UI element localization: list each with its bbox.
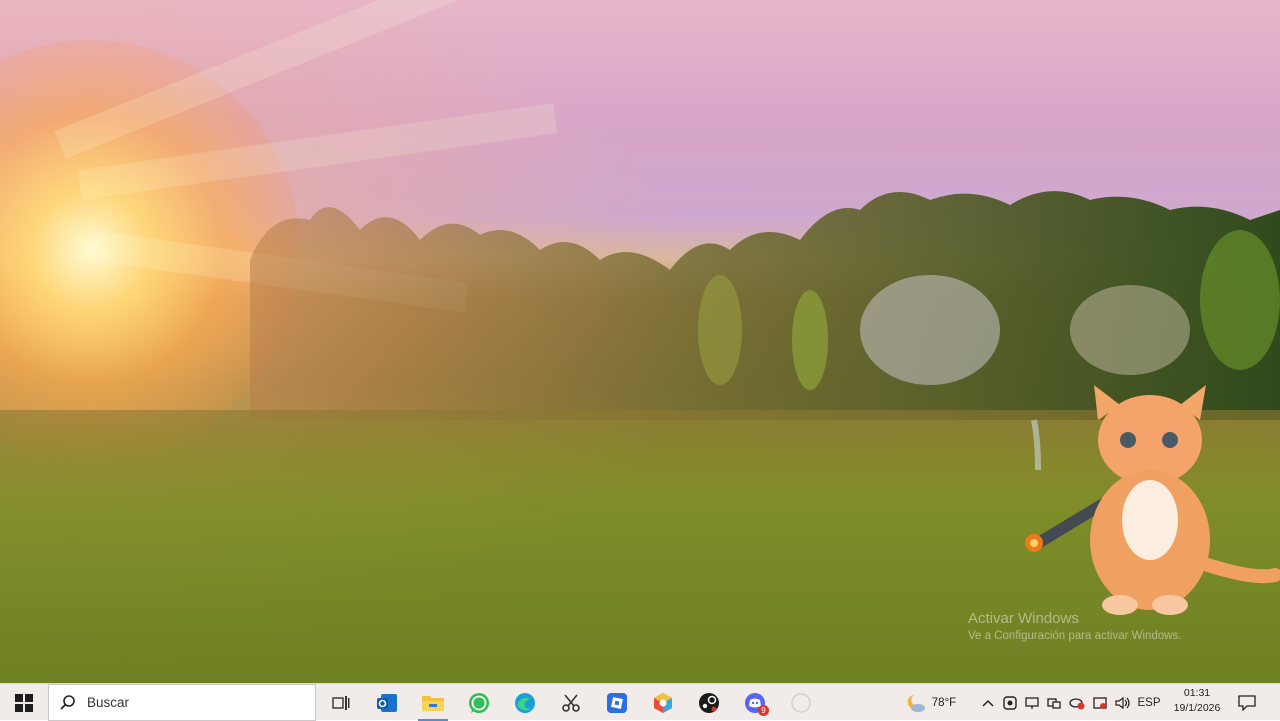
snipping-tool-button[interactable]	[548, 684, 594, 721]
roblox-icon	[607, 692, 627, 713]
watermark-subtitle: Ve a Configuración para activar Windows.	[968, 630, 1182, 642]
language-button[interactable]: ESP	[1134, 684, 1164, 721]
kitten-sticker	[1025, 385, 1280, 615]
search-icon	[60, 694, 75, 710]
outlook-icon	[377, 693, 397, 712]
cube-icon	[654, 692, 672, 713]
language-label: ESP	[1137, 696, 1161, 709]
show-hidden-icons-button[interactable]	[978, 684, 998, 721]
clock[interactable]: 01:31 19/1/2026	[1166, 686, 1228, 720]
notification-badge: 9	[758, 705, 769, 716]
clock-time: 01:31	[1183, 687, 1211, 699]
start-button[interactable]	[0, 684, 48, 721]
notifications-button[interactable]	[1232, 684, 1262, 721]
volume-button[interactable]	[1112, 684, 1134, 721]
windows-logo-icon	[15, 693, 33, 712]
shield-icon	[1093, 696, 1107, 709]
search-placeholder: Buscar	[87, 695, 130, 710]
file-explorer-button[interactable]	[410, 684, 456, 721]
cloud-sync-button[interactable]	[1066, 684, 1088, 721]
edge-icon	[515, 692, 535, 713]
task-view-icon	[332, 695, 350, 710]
discord-button[interactable]: 9	[732, 684, 778, 721]
network-icon	[1047, 697, 1061, 709]
tray-app-button[interactable]	[1000, 684, 1020, 721]
roblox-button[interactable]	[594, 684, 640, 721]
task-view-button[interactable]	[318, 684, 364, 721]
pinned-app-button[interactable]	[778, 684, 824, 721]
steam-icon	[699, 692, 719, 713]
whatsapp-icon	[469, 692, 489, 713]
edge-button[interactable]	[502, 684, 548, 721]
chevron-up-icon	[982, 699, 994, 707]
folder-icon	[422, 695, 444, 711]
notification-center-icon	[1238, 694, 1256, 711]
speaker-icon	[1115, 696, 1130, 709]
tray-app-icon	[1003, 695, 1017, 710]
weather-temp: 78°F	[931, 696, 957, 709]
moon-cloud-icon	[907, 694, 925, 712]
outlook-button[interactable]	[364, 684, 410, 721]
display-tray-button[interactable]	[1022, 684, 1042, 721]
network-tray-button[interactable]	[1044, 684, 1064, 721]
weather-widget[interactable]: 78°F	[898, 684, 962, 721]
watermark-title: Activar Windows	[968, 610, 1079, 627]
whatsapp-button[interactable]	[456, 684, 502, 721]
search-box[interactable]: Buscar	[48, 684, 316, 721]
desktop-wallpaper[interactable]: Activar Windows Ve a Configuración para …	[0, 0, 1280, 683]
app-placeholder-icon	[791, 692, 811, 713]
activation-watermark: Activar Windows Ve a Configuración para …	[968, 610, 1182, 642]
scissors-icon	[562, 693, 580, 712]
taskbar: Buscar 9 78°F ESP 01:31 19/1/2026	[0, 683, 1280, 721]
launcher-button[interactable]	[640, 684, 686, 721]
monitor-icon	[1025, 696, 1039, 709]
security-tray-button[interactable]	[1090, 684, 1110, 721]
steam-button[interactable]	[686, 684, 732, 721]
cloud-error-icon	[1069, 697, 1085, 709]
clock-date: 19/1/2026	[1173, 702, 1221, 714]
